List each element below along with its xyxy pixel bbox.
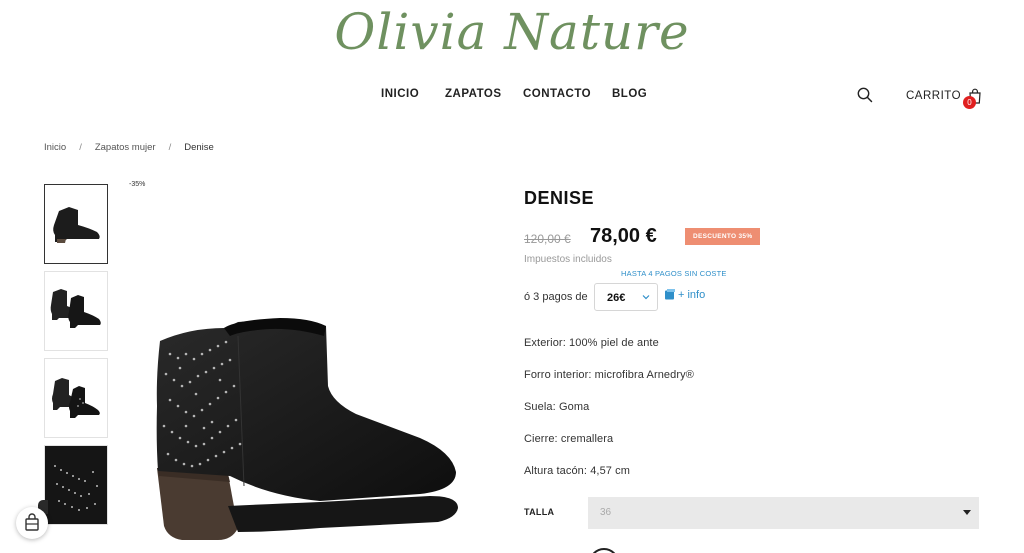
installments-select-value: 26€ bbox=[607, 292, 626, 304]
feature-sole: Suela: Goma bbox=[524, 401, 590, 413]
cart-count-badge: 0 bbox=[963, 96, 976, 109]
feature-lining: Forro interior: microfibra Arnedry® bbox=[524, 369, 694, 381]
size-select-value: 36 bbox=[600, 507, 612, 518]
more-info-link[interactable]: + info bbox=[664, 289, 705, 301]
nav-item-blog[interactable]: BLOG bbox=[612, 88, 647, 100]
nav-item-inicio[interactable]: INICIO bbox=[381, 88, 419, 100]
breadcrumb-zapatos-mujer[interactable]: Zapatos mujer bbox=[95, 142, 156, 153]
size-select[interactable]: 36 bbox=[588, 497, 979, 529]
boot-side-thumbnail bbox=[53, 207, 100, 243]
info-card-icon bbox=[665, 289, 675, 300]
product-main-image[interactable] bbox=[120, 176, 504, 553]
thumbnail-1[interactable] bbox=[44, 184, 108, 264]
chevron-down-icon bbox=[642, 295, 650, 300]
feature-closure: Cierre: cremallera bbox=[524, 433, 614, 445]
feature-exterior: Exterior: 100% piel de ante bbox=[524, 337, 659, 349]
search-icon bbox=[857, 87, 873, 103]
installments-select[interactable]: 26€ bbox=[594, 283, 658, 311]
feature-heel-height: Altura tacón: 4,57 cm bbox=[524, 465, 631, 477]
current-price: 78,00 € bbox=[590, 225, 657, 247]
shopping-bag-icon bbox=[25, 513, 39, 531]
boot-detail-thumbnail bbox=[45, 446, 107, 524]
old-price: 120,00 € bbox=[524, 232, 571, 246]
installments-label: ó 3 pagos de bbox=[524, 291, 588, 303]
thumbnail-3[interactable] bbox=[44, 358, 108, 438]
site-logo[interactable]: Olivia Nature bbox=[0, 0, 1024, 66]
search-button[interactable] bbox=[856, 86, 874, 104]
caret-down-icon bbox=[963, 510, 971, 515]
installments-promo: HASTA 4 PAGOS SIN COSTE bbox=[621, 269, 727, 278]
tax-note: Impuestos incluidos bbox=[524, 254, 612, 265]
cart-label: CARRITO bbox=[906, 90, 962, 102]
color-swatch[interactable] bbox=[589, 548, 619, 553]
breadcrumb-separator: / bbox=[79, 142, 82, 153]
floating-cart-button[interactable] bbox=[16, 507, 48, 539]
breadcrumb: Inicio / Zapatos mujer / Denise bbox=[44, 142, 214, 153]
nav-item-zapatos[interactable]: ZAPATOS bbox=[445, 88, 502, 100]
breadcrumb-current: Denise bbox=[184, 142, 214, 153]
breadcrumb-inicio[interactable]: Inicio bbox=[44, 142, 66, 153]
boot-illustration bbox=[156, 318, 458, 540]
size-label: TALLA bbox=[524, 507, 555, 517]
product-title: DENISE bbox=[524, 188, 595, 208]
logo-text: Olivia Nature bbox=[334, 3, 690, 61]
boot-pair-back-thumbnail bbox=[52, 378, 100, 418]
breadcrumb-separator: / bbox=[168, 142, 172, 153]
more-info-label: + info bbox=[678, 289, 706, 301]
image-discount-tag: -35% bbox=[129, 181, 146, 188]
discount-badge: DESCUENTO 35% bbox=[685, 228, 761, 245]
boot-pair-thumbnail bbox=[50, 289, 101, 328]
thumbnail-4[interactable] bbox=[44, 445, 108, 525]
nav-item-contacto[interactable]: CONTACTO bbox=[523, 88, 591, 100]
thumbnail-2[interactable] bbox=[44, 271, 108, 351]
